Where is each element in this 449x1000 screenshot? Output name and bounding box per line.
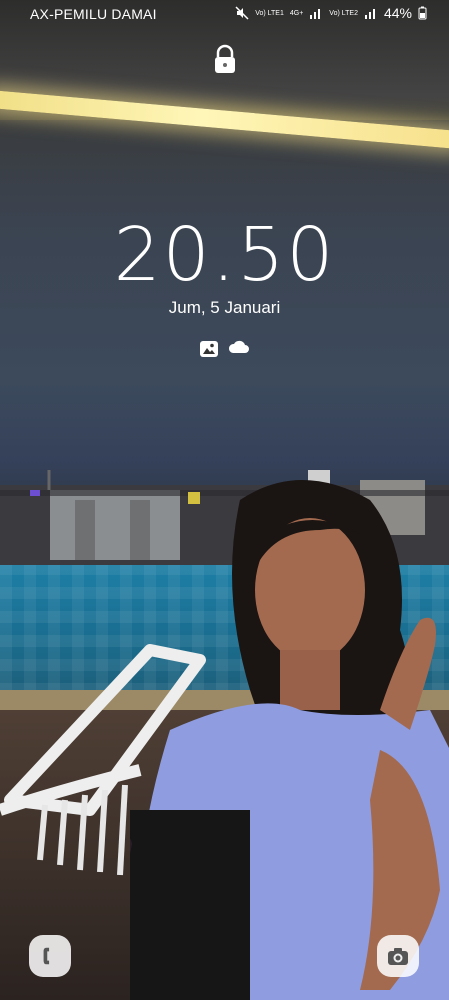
- status-icons: Vo) LTE1 4G+ Vo) LTE2 44%: [235, 5, 427, 21]
- carrier-name: AX-PEMILU DAMAI: [30, 6, 157, 22]
- battery-icon: [418, 6, 427, 20]
- lock-screen: AX-PEMILU DAMAI Vo) LTE1 4G+ Vo) LTE2 44…: [0, 0, 449, 1000]
- clock: 20.50: [113, 212, 336, 298]
- cloud-icon[interactable]: [228, 340, 250, 354]
- camera-icon: [388, 948, 408, 965]
- notification-icons[interactable]: [199, 340, 250, 358]
- camera-shortcut-button[interactable]: [377, 935, 419, 977]
- sim2-label: Vo) LTE2: [329, 9, 358, 17]
- network-type: 4G+: [289, 9, 304, 17]
- gallery-icon[interactable]: [199, 340, 219, 358]
- mute-icon: [235, 6, 249, 20]
- phone-shortcut-button[interactable]: [29, 935, 71, 977]
- status-bar: AX-PEMILU DAMAI Vo) LTE1 4G+ Vo) LTE2 44…: [0, 0, 449, 28]
- date: Jum, 5 Januari: [168, 298, 281, 317]
- wallpaper-person: [130, 480, 449, 1000]
- signal-icon: [364, 9, 375, 19]
- lock-icon: [215, 44, 235, 73]
- signal-icon: [310, 9, 321, 19]
- battery-percent: 44%: [383, 5, 412, 21]
- phone-icon: [43, 947, 50, 965]
- sim1-label: Vo) LTE1: [255, 9, 284, 17]
